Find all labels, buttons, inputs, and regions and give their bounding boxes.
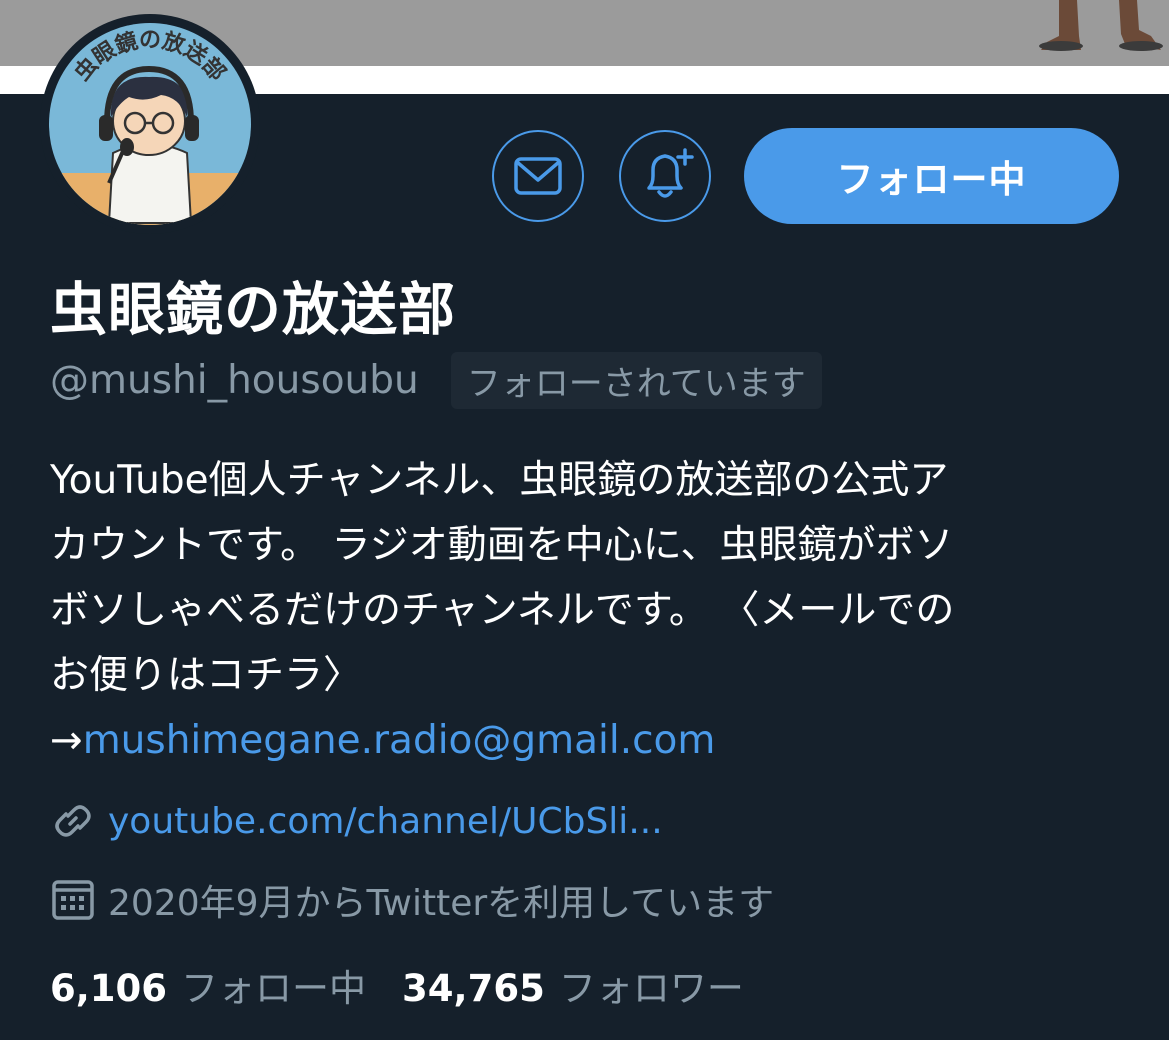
following-stat[interactable]: 6,106 フォロー中	[50, 958, 366, 1012]
website-link[interactable]: youtube.com/channel/UCbSli...	[108, 801, 663, 842]
followers-count: 34,765	[402, 967, 545, 1010]
bio-line: お便りはコチラ〉	[50, 653, 363, 698]
bio-email-line: →mushimegane.radio@gmail.com	[50, 708, 1130, 773]
handle-row: @mushi_housoubu フォローされています	[50, 351, 822, 409]
following-label: フォロー中	[181, 967, 367, 1010]
website-row: youtube.com/channel/UCbSli...	[50, 798, 663, 844]
joined-row: 2020年9月からTwitterを利用しています	[50, 874, 774, 926]
avatar[interactable]: 虫眼鏡の放送部	[49, 23, 251, 225]
profile-bio: YouTube個人チャンネル、虫眼鏡の放送部の公式ア カウントです。 ラジオ動画…	[50, 448, 1130, 773]
arrow-text: →	[50, 718, 83, 763]
mail-icon	[514, 157, 562, 195]
message-button[interactable]	[492, 130, 584, 222]
banner-figure-image	[1039, 0, 1163, 51]
email-link[interactable]: mushimegane.radio@gmail.com	[83, 718, 716, 763]
link-icon	[50, 798, 96, 844]
following-count: 6,106	[50, 967, 168, 1010]
followers-stat[interactable]: 34,765 フォロワー	[402, 958, 744, 1012]
joined-date: 2020年9月からTwitterを利用しています	[108, 883, 775, 924]
display-name: 虫眼鏡の放送部	[50, 277, 456, 343]
bio-line: カウントです。 ラジオ動画を中心に、虫眼鏡がボソ	[50, 523, 954, 568]
bio-line: ボソしゃべるだけのチャンネルです。 〈メールでの	[50, 588, 955, 633]
bio-line: YouTube個人チャンネル、虫眼鏡の放送部の公式ア	[50, 458, 949, 503]
follows-you-badge: フォローされています	[450, 351, 822, 409]
following-button[interactable]: フォロー中	[744, 128, 1119, 224]
bell-plus-icon	[647, 148, 694, 198]
notifications-button[interactable]	[619, 130, 711, 222]
calendar-icon	[50, 877, 96, 923]
user-handle: @mushi_housoubu	[50, 357, 419, 403]
followers-label: フォロワー	[558, 967, 744, 1010]
follow-stats: 6,106 フォロー中 34,765 フォロワー	[50, 958, 744, 1012]
